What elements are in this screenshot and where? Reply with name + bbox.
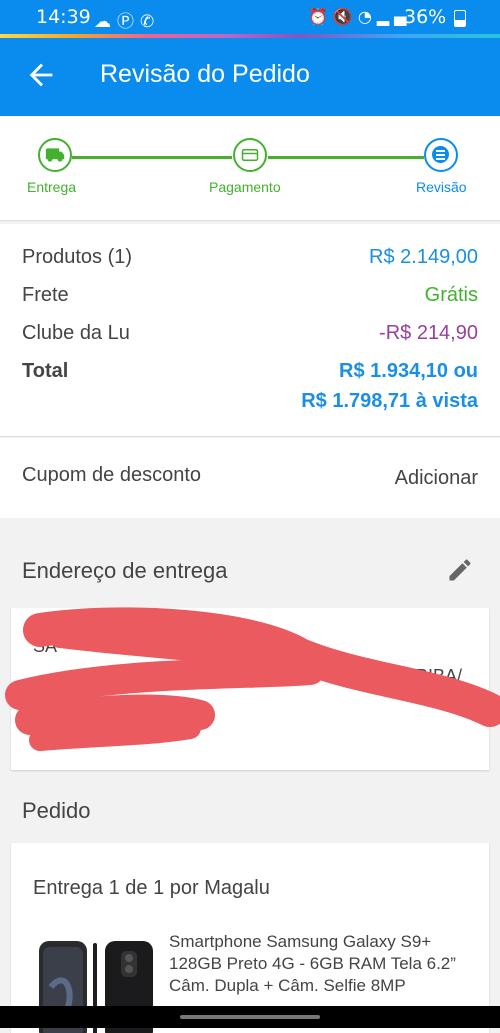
products-value: R$ 2.149,00 [369,246,478,268]
system-nav-bar [0,1006,500,1028]
order-summary: Produtos (1) R$ 2.149,00 Frete Grátis Cl… [0,224,500,437]
order-card: Entrega 1 de 1 por Magalu Smartphone Sam… [11,843,489,1033]
notification-icons: ☁Ⓟ✆ [94,7,160,32]
step-connector [268,156,424,159]
club-discount-value: -R$ 214,90 [379,322,478,344]
step-delivery[interactable] [38,138,72,172]
pinterest-icon: Ⓟ [117,12,140,32]
total-cash-value: R$ 1.798,71 à vista [301,390,478,412]
coupon-row[interactable]: Cupom de desconto Adicionar [0,438,500,518]
total-label: Total [22,360,69,382]
step-label-delivery: Entrega [27,179,77,195]
product-name[interactable]: Smartphone Samsung Galaxy S9+ 128GB Pret… [169,931,469,997]
page-title: Revisão do Pedido [100,60,310,88]
status-time: 14:39 [36,6,91,28]
arrow-back-icon[interactable] [24,58,58,92]
pencil-icon[interactable] [446,556,474,584]
home-gesture-handle[interactable] [180,1015,320,1019]
shipment-label: Entrega 1 de 1 por Magalu [33,877,270,899]
battery-icon [454,10,466,27]
step-payment[interactable] [233,138,267,172]
step-review[interactable] [424,138,458,172]
coupon-label: Cupom de desconto [22,464,202,486]
alarm-icon: ⏰ [308,7,333,26]
battery-percentage: 36% [404,6,447,28]
mute-icon: 🔇 [332,7,358,26]
app-bar: Revisão do Pedido [0,38,500,116]
total-installments-value: R$ 1.934,10 ou [339,360,478,382]
truck-icon [45,148,65,162]
status-bar: 14:39 ☁Ⓟ✆ ⏰🔇◔▂▄ 36% [0,0,500,34]
wifi-icon: ◔ [357,7,377,26]
whatsapp-icon: ✆ [140,12,161,32]
step-label-review: Revisão [416,179,467,195]
products-label: Produtos (1) [22,246,133,268]
shipping-label: Frete [22,284,69,306]
list-icon [432,146,449,163]
system-icons: ⏰🔇◔▂▄ [308,7,411,26]
order-section-title: Pedido [22,798,91,823]
add-coupon-button[interactable]: Adicionar [395,467,478,490]
step-connector [72,156,232,159]
step-label-payment: Pagamento [209,179,281,195]
address-section-title: Endereço de entrega [22,558,228,583]
shipping-value: Grátis [424,284,478,306]
cloud-icon: ☁ [94,12,117,32]
redaction-scribble [5,607,500,751]
checkout-stepper: Entrega Pagamento Revisão [0,116,500,221]
club-label: Clube da Lu [22,322,130,344]
card-icon [241,149,259,161]
